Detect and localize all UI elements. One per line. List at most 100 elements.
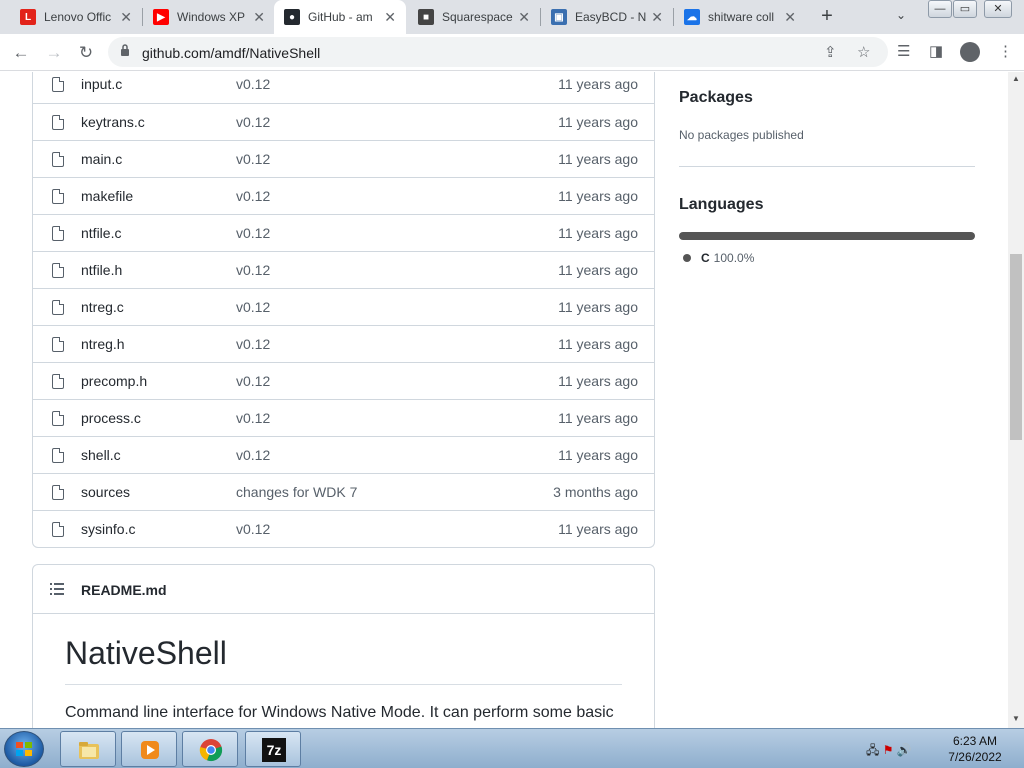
menu-kebab-icon[interactable]: ⋮ <box>998 42 1013 60</box>
profile-avatar-icon[interactable] <box>960 42 980 62</box>
tab-close-icon[interactable]: ✕ <box>651 9 663 25</box>
scroll-down-arrow-icon[interactable]: ▼ <box>1012 714 1020 723</box>
file-row: ntreg.c v0.12 11 years ago <box>33 288 654 325</box>
commit-message-link[interactable]: v0.12 <box>236 114 270 130</box>
readme-header: README.md <box>33 565 654 614</box>
tab-close-icon[interactable]: ✕ <box>384 9 396 25</box>
file-name-link[interactable]: sources <box>81 484 130 500</box>
file-name-link[interactable]: main.c <box>81 151 122 167</box>
scrollbar-thumb[interactable] <box>1010 254 1022 440</box>
tab-title: GitHub - am <box>308 10 373 24</box>
page-content: input.c v0.12 11 years ago keytrans.c v0.12 1… <box>0 72 1008 728</box>
lenovo-icon: L <box>20 9 36 25</box>
file-name-link[interactable]: input.c <box>81 76 122 92</box>
taskbar-7zip-button[interactable]: 7z <box>245 731 301 767</box>
tab-close-icon[interactable]: ✕ <box>784 9 796 25</box>
commit-message-link[interactable]: v0.12 <box>236 410 270 426</box>
commit-message-link[interactable]: changes for WDK 7 <box>236 484 357 500</box>
tab-close-icon[interactable]: ✕ <box>253 9 265 25</box>
browser-tab[interactable]: ☁ shitware coll ✕ <box>674 0 806 34</box>
file-name-link[interactable]: ntreg.c <box>81 299 124 315</box>
network-icon[interactable]: 🖧 <box>866 743 879 757</box>
file-name-link[interactable]: ntfile.c <box>81 225 121 241</box>
taskbar-explorer-button[interactable] <box>60 731 116 767</box>
minimize-button[interactable]: — <box>928 0 952 18</box>
browser-tab[interactable]: ■ Squarespace ✕ <box>408 0 540 34</box>
forward-icon[interactable]: → <box>42 41 66 65</box>
file-icon <box>52 189 64 204</box>
windows-taskbar: 7z 🖧 ⚑ 🔊 6:23 AM 7/26/2022 <box>0 728 1024 768</box>
language-dot <box>683 254 691 262</box>
taskbar-chrome-button[interactable] <box>182 731 238 767</box>
file-row: input.c v0.12 11 years ago <box>33 72 654 103</box>
commit-age: 11 years ago <box>558 373 638 389</box>
reload-icon[interactable]: ↻ <box>74 41 98 65</box>
commit-message-link[interactable]: v0.12 <box>236 299 270 315</box>
taskbar-media-player-button[interactable] <box>121 731 177 767</box>
commit-message-link[interactable]: v0.12 <box>236 521 270 537</box>
file-row: ntfile.h v0.12 11 years ago <box>33 251 654 288</box>
media-control-icon[interactable]: ☰ <box>897 42 910 60</box>
address-bar[interactable]: github.com/amdf/NativeShell ⇪ ☆ <box>108 37 888 67</box>
file-row: sources changes for WDK 7 3 months ago <box>33 473 654 510</box>
media-player-icon <box>141 741 159 759</box>
commit-age: 11 years ago <box>558 151 638 167</box>
commit-message-link[interactable]: v0.12 <box>236 151 270 167</box>
list-icon[interactable] <box>50 583 64 595</box>
file-icon <box>52 152 64 167</box>
file-list: input.c v0.12 11 years ago keytrans.c v0.12 1… <box>32 72 655 548</box>
volume-icon[interactable]: 🔊 <box>897 743 912 757</box>
file-name-link[interactable]: ntreg.h <box>81 336 125 352</box>
system-clock[interactable]: 6:23 AM 7/26/2022 <box>940 733 1010 765</box>
readme-filename[interactable]: README.md <box>81 582 167 598</box>
file-icon <box>52 448 64 463</box>
commit-message-link[interactable]: v0.12 <box>236 225 270 241</box>
file-row: ntreg.h v0.12 11 years ago <box>33 325 654 362</box>
readme-text: Command line interface for Windows Nativ… <box>65 704 614 721</box>
commit-message-link[interactable]: v0.12 <box>236 336 270 352</box>
share-icon[interactable]: ⇪ <box>824 43 837 61</box>
side-panel-icon[interactable]: ◨ <box>929 42 943 60</box>
scroll-up-arrow-icon[interactable]: ▲ <box>1012 74 1020 83</box>
tab-close-icon[interactable]: ✕ <box>120 9 132 25</box>
bookmark-star-icon[interactable]: ☆ <box>857 43 870 61</box>
commit-age: 11 years ago <box>558 299 638 315</box>
language-item[interactable]: C 100.0% <box>679 251 754 265</box>
file-icon <box>52 522 64 537</box>
file-name-link[interactable]: process.c <box>81 410 141 426</box>
explorer-icon <box>79 742 99 759</box>
new-tab-button[interactable]: + <box>817 6 837 26</box>
file-name-link[interactable]: shell.c <box>81 447 121 463</box>
browser-tab[interactable]: L Lenovo Offic ✕ <box>10 0 142 34</box>
file-name-link[interactable]: sysinfo.c <box>81 521 135 537</box>
file-row: precomp.h v0.12 11 years ago <box>33 362 654 399</box>
commit-message-link[interactable]: v0.12 <box>236 447 270 463</box>
file-icon <box>52 374 64 389</box>
commit-age: 11 years ago <box>558 262 638 278</box>
maximize-button[interactable]: ▭ <box>953 0 977 18</box>
browser-tab[interactable]: ● GitHub - am ✕ <box>274 0 406 34</box>
browser-toolbar: ← → ↻ github.com/amdf/NativeShell ⇪ ☆ ☰ … <box>0 34 1024 71</box>
file-name-link[interactable]: precomp.h <box>81 373 147 389</box>
tab-close-icon[interactable]: ✕ <box>518 9 530 25</box>
language-percent: 100.0% <box>713 251 755 265</box>
commit-message-link[interactable]: v0.12 <box>236 373 270 389</box>
file-icon <box>52 411 64 426</box>
back-icon[interactable]: ← <box>9 41 33 65</box>
close-window-button[interactable]: ✕ <box>984 0 1012 18</box>
packages-title[interactable]: Packages <box>679 89 753 107</box>
file-name-link[interactable]: keytrans.c <box>81 114 145 130</box>
browser-tab[interactable]: ▣ EasyBCD - N ✕ <box>541 0 673 34</box>
action-center-flag-icon[interactable]: ⚑ <box>883 743 894 757</box>
tab-title: Windows XP <box>177 10 246 24</box>
tab-search-icon[interactable]: ⌄ <box>896 8 906 22</box>
file-name-link[interactable]: makefile <box>81 188 133 204</box>
page-scrollbar[interactable]: ▲ ▼ <box>1008 72 1024 728</box>
commit-age: 11 years ago <box>558 447 638 463</box>
commit-message-link[interactable]: v0.12 <box>236 188 270 204</box>
file-name-link[interactable]: ntfile.h <box>81 262 122 278</box>
commit-message-link[interactable]: v0.12 <box>236 262 270 278</box>
commit-message-link[interactable]: v0.12 <box>236 76 270 92</box>
browser-tab[interactable]: ▶ Windows XP ✕ <box>143 0 275 34</box>
start-button[interactable] <box>4 731 44 767</box>
